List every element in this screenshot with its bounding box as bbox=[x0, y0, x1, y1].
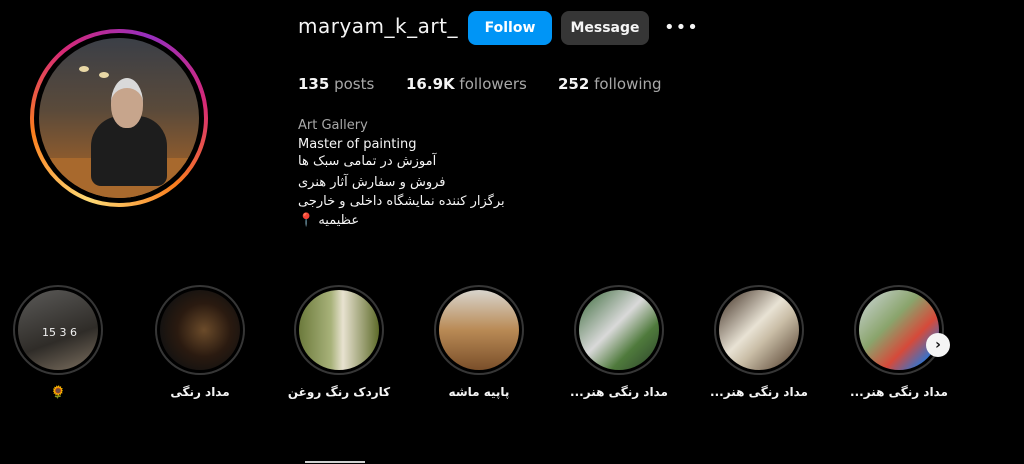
followers-stat[interactable]: 16.9K followers bbox=[406, 75, 527, 93]
highlight-7[interactable] bbox=[854, 285, 944, 375]
follow-button[interactable]: Follow bbox=[468, 11, 552, 45]
following-stat[interactable]: 252 following bbox=[558, 75, 662, 93]
highlight-2[interactable] bbox=[155, 285, 245, 375]
tab-indicator bbox=[305, 461, 365, 463]
highlight-label: کاردک رنگ روغن bbox=[287, 385, 391, 399]
bio-title: Master of painting bbox=[298, 137, 417, 152]
following-label: following bbox=[594, 75, 662, 93]
avatar-image bbox=[39, 38, 199, 198]
posts-label: posts bbox=[334, 75, 375, 93]
bio-location-line: عظیمیه 📍 bbox=[298, 213, 359, 228]
highlight-6[interactable] bbox=[714, 285, 804, 375]
chevron-right-icon[interactable]: › bbox=[926, 333, 950, 357]
more-options-icon[interactable]: ••• bbox=[664, 17, 699, 38]
highlight-label: پاپیه ماشه bbox=[448, 385, 510, 399]
highlight-1[interactable]: 15 3 6 bbox=[13, 285, 103, 375]
highlight-5[interactable] bbox=[574, 285, 664, 375]
profile-category: Art Gallery bbox=[298, 118, 368, 133]
posts-count: 135 bbox=[298, 75, 330, 93]
following-count: 252 bbox=[558, 75, 590, 93]
posts-stat: 135 posts bbox=[298, 75, 374, 93]
bio-line: برگزار کننده نمایشگاه داخلی و خارجی bbox=[298, 194, 505, 209]
highlight-label: 🌻 bbox=[50, 385, 66, 399]
bio-line: فروش و سفارش آثار هنری bbox=[298, 175, 446, 190]
highlight-label: مداد رنگی هنر... bbox=[850, 385, 948, 399]
highlight-label: مداد رنگی هنر... bbox=[570, 385, 668, 399]
bio-line: آموزش در تمامی سبک ها bbox=[298, 154, 437, 169]
profile-username: maryam_k_art_ bbox=[298, 14, 458, 38]
highlight-clock-text: 15 3 6 bbox=[42, 326, 77, 339]
location-pin-icon: 📍 bbox=[298, 213, 315, 228]
profile-avatar[interactable] bbox=[30, 29, 208, 207]
highlight-label: مداد رنگی bbox=[170, 385, 230, 399]
followers-label: followers bbox=[459, 75, 527, 93]
message-button[interactable]: Message bbox=[561, 11, 649, 45]
highlight-3[interactable] bbox=[294, 285, 384, 375]
bio-location: عظیمیه bbox=[318, 213, 360, 228]
followers-count: 16.9K bbox=[406, 75, 455, 93]
highlight-4[interactable] bbox=[434, 285, 524, 375]
highlight-label: مداد رنگی هنر... bbox=[710, 385, 808, 399]
